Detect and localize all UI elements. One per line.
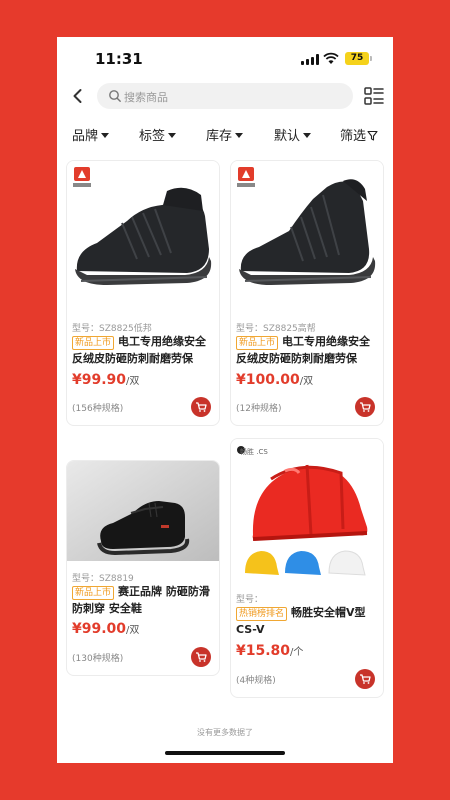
caret-down-icon <box>101 133 110 138</box>
caret-down-icon <box>303 133 312 138</box>
filter-default-sort[interactable]: 默认 <box>274 125 312 144</box>
product-price: ¥99.00/双 <box>72 621 139 637</box>
product-price: ¥99.90/双 <box>72 372 139 388</box>
product-card[interactable]: 型号：SZ8825低邦 新品上市 电工专用绝缘安全反绒皮防砸防刺耐磨劳保 ¥99.… <box>66 160 220 426</box>
list-grid-toggle-icon[interactable] <box>363 85 385 107</box>
product-image-helmet <box>231 439 383 589</box>
filter-screen-label: 筛选 <box>340 129 367 144</box>
signal-icon <box>301 54 319 65</box>
tag-badge: 新品上市 <box>236 336 279 350</box>
price-value: ¥99.90 <box>72 372 127 388</box>
add-to-cart-button[interactable] <box>191 397 211 417</box>
filter-bar: 品牌 标签 库存 默认 筛选 <box>57 123 393 147</box>
product-card[interactable]: 型号：SZ8819 新品上市 赛正品牌 防砸防滑防刺穿 安全鞋 ¥99.00/双 … <box>66 460 220 676</box>
add-to-cart-button[interactable] <box>355 669 375 689</box>
filter-tag[interactable]: 标签 <box>139 125 177 144</box>
add-to-cart-button[interactable] <box>355 397 375 417</box>
product-price: ¥15.80/个 <box>236 643 303 659</box>
price-value: ¥100.00 <box>236 372 300 388</box>
price-value: ¥99.00 <box>72 621 127 637</box>
tag-badge: 热销榜排名 <box>236 607 288 621</box>
price-unit: /双 <box>126 625 140 636</box>
cart-icon <box>196 652 207 662</box>
status-bar: 11:31 75 <box>57 37 393 81</box>
brand-logo <box>73 167 91 187</box>
price-unit: /双 <box>299 376 314 387</box>
product-image-leather-shoe <box>67 461 219 561</box>
product-specs: (156种规格) <box>72 404 124 414</box>
filter-sort-label: 默认 <box>274 129 301 144</box>
home-indicator[interactable] <box>165 751 285 755</box>
filter-brand-label: 品牌 <box>72 129 99 144</box>
search-placeholder: 搜索商品 <box>124 91 168 104</box>
cart-icon <box>196 402 207 412</box>
add-to-cart-button[interactable] <box>191 647 211 667</box>
price-value: ¥15.80 <box>236 643 291 659</box>
search-input[interactable]: 搜索商品 <box>97 83 353 109</box>
funnel-icon <box>367 130 378 141</box>
tag-badge: 新品上市 <box>72 586 115 600</box>
caret-down-icon <box>168 133 177 138</box>
product-specs: (130种规格) <box>72 654 124 664</box>
status-time: 11:31 <box>95 50 143 68</box>
product-card[interactable]: 畅胜 .CS 型号： 热销榜排名 畅胜安全帽V型CS-V ¥15.80/个 (4种… <box>230 438 384 698</box>
filter-tag-label: 标签 <box>139 129 166 144</box>
caret-down-icon <box>235 133 244 138</box>
tag-badge: 新品上市 <box>72 336 115 350</box>
brand-label: 畅胜 .CS <box>240 448 268 456</box>
price-unit: /双 <box>126 376 140 387</box>
phone-screen: 11:31 75 搜索商品 品牌 标签 库存 默认 筛选 型号：SZ8825低邦… <box>57 37 393 763</box>
filter-brand[interactable]: 品牌 <box>72 125 110 144</box>
product-specs: (4种规格) <box>236 676 276 686</box>
brand-logo <box>237 167 255 187</box>
end-of-list-text: 没有更多数据了 <box>197 728 253 737</box>
filter-stock-label: 库存 <box>206 129 233 144</box>
cart-icon <box>360 674 371 684</box>
filter-stock[interactable]: 库存 <box>206 125 244 144</box>
search-icon <box>109 90 121 102</box>
product-card[interactable]: 型号：SZ8825高帮 新品上市 电工专用绝缘安全反绒皮防砸防刺耐磨劳保 ¥100… <box>230 160 384 426</box>
product-title: 新品上市 电工专用绝缘安全反绒皮防砸防刺耐磨劳保 <box>236 333 380 367</box>
product-price: ¥100.00/双 <box>236 372 313 388</box>
product-specs: (12种规格) <box>236 404 282 414</box>
product-title: 新品上市 电工专用绝缘安全反绒皮防砸防刺耐磨劳保 <box>72 333 216 367</box>
product-title: 新品上市 赛正品牌 防砸防滑防刺穿 安全鞋 <box>72 583 216 617</box>
cart-icon <box>360 402 371 412</box>
back-arrow-icon[interactable] <box>69 87 87 105</box>
wifi-icon <box>323 52 339 64</box>
product-title: 热销榜排名 畅胜安全帽V型CS-V <box>236 604 380 638</box>
price-unit: /个 <box>290 647 304 658</box>
filter-screen[interactable]: 筛选 <box>340 125 378 144</box>
battery-icon: 75 <box>345 52 372 65</box>
